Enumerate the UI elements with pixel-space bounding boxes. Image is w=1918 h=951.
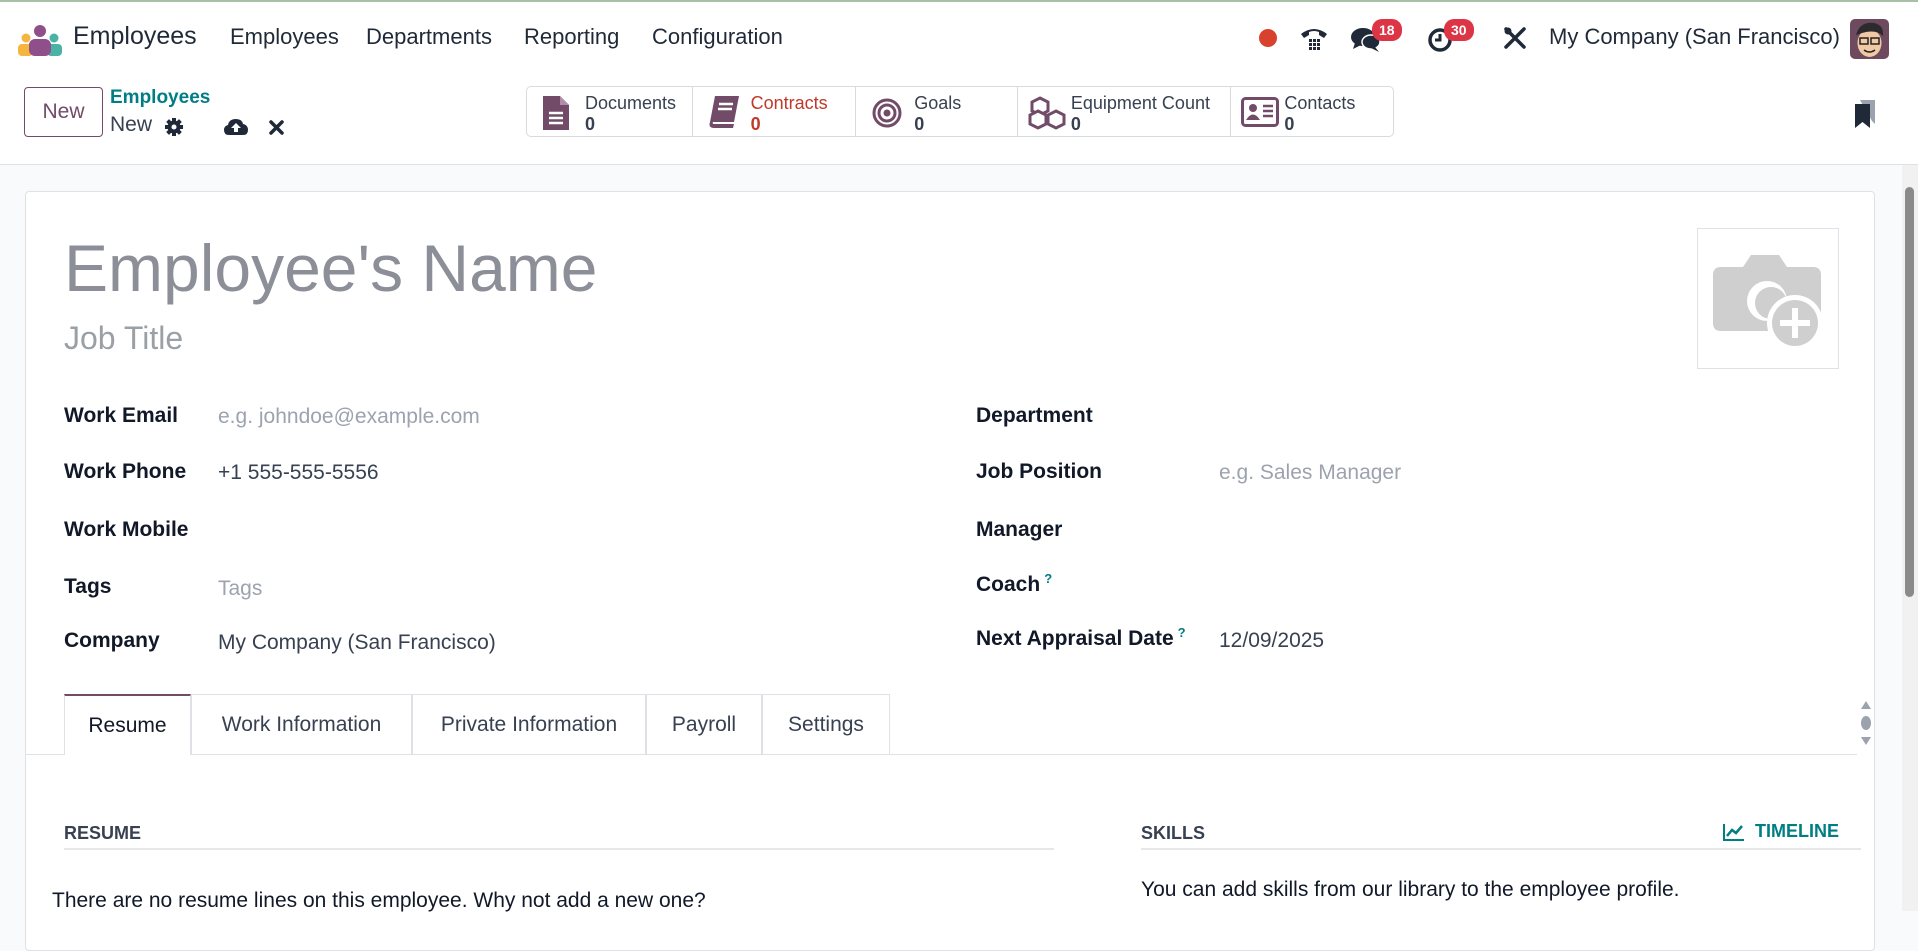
- save-cloud-icon[interactable]: [224, 118, 248, 141]
- tabs-scroll-control[interactable]: [1859, 699, 1873, 747]
- skills-empty-text: You can add skills from our library to t…: [1141, 878, 1680, 901]
- job-position-label: Job Position: [976, 460, 1102, 483]
- contact-card-icon: [1241, 97, 1280, 127]
- breadcrumb-current: New: [110, 113, 153, 136]
- bookmark-icon[interactable]: [1855, 100, 1875, 133]
- app-title[interactable]: Employees: [73, 22, 197, 51]
- department-label: Department: [976, 404, 1093, 427]
- coach-label-text: Coach: [976, 573, 1041, 596]
- line-chart-icon: [1723, 823, 1744, 841]
- next-appraisal-date-input[interactable]: 12/09/2025: [1219, 629, 1324, 653]
- employee-name-input[interactable]: Employee's Name: [64, 230, 597, 306]
- contracts-label: Contracts: [750, 93, 828, 113]
- manager-input[interactable]: [1219, 518, 1839, 544]
- documents-count: 0: [585, 114, 596, 134]
- smart-buttons: Documents 0 Contracts 0 Goals 0 Equipmen…: [526, 86, 1394, 137]
- gear-icon[interactable]: [164, 117, 184, 142]
- cubes-icon: [1028, 96, 1066, 130]
- employees-app-icon[interactable]: [18, 24, 62, 58]
- next-appraisal-label-text: Next Appraisal Date: [976, 627, 1174, 650]
- notebook-tabs: Resume Work Information Private Informat…: [26, 694, 1857, 755]
- timeline-button[interactable]: TIMELINE: [1723, 821, 1839, 842]
- coach-input[interactable]: [1219, 573, 1839, 599]
- menu-configuration[interactable]: Configuration: [652, 24, 783, 50]
- employee-form-sheet: Employee's Name Job Title Work Email e.g…: [25, 191, 1875, 951]
- manager-label: Manager: [976, 518, 1063, 541]
- work-email-input[interactable]: e.g. johndoe@example.com: [218, 405, 480, 429]
- resume-empty-text: There are no resume lines on this employ…: [52, 889, 706, 912]
- top-navbar: Employees Employees Departments Reportin…: [0, 0, 1918, 78]
- goals-smart-button[interactable]: Goals 0: [856, 87, 1018, 136]
- tab-settings[interactable]: Settings: [762, 694, 890, 754]
- tags-input[interactable]: Tags: [218, 577, 262, 601]
- contracts-count: 0: [750, 114, 761, 134]
- resume-divider: [64, 848, 1054, 850]
- messages-badge: 18: [1372, 19, 1402, 41]
- activities-badge: 30: [1444, 19, 1474, 41]
- control-panel: New Employees New Documents 0 Contracts …: [0, 78, 1918, 165]
- camera-plus-icon: [1713, 255, 1823, 351]
- work-mobile-input[interactable]: [218, 518, 918, 544]
- resume-section-title: RESUME: [64, 823, 142, 843]
- tab-resume[interactable]: Resume: [64, 694, 191, 755]
- skills-divider: [1141, 848, 1861, 850]
- skills-section-title: SKILLS: [1141, 823, 1206, 843]
- photo-upload[interactable]: [1697, 228, 1839, 369]
- menu-reporting[interactable]: Reporting: [524, 24, 619, 50]
- phone-icon[interactable]: [1299, 24, 1329, 57]
- contacts-smart-button[interactable]: Contacts 0: [1231, 87, 1393, 136]
- book-icon: [709, 96, 739, 128]
- document-icon: [543, 96, 569, 130]
- scrollbar-thumb[interactable]: [1905, 187, 1914, 597]
- contacts-count: 0: [1284, 114, 1295, 134]
- timeline-label: TIMELINE: [1755, 821, 1839, 841]
- documents-smart-button[interactable]: Documents 0: [527, 87, 693, 136]
- coach-help-icon[interactable]: ?: [1044, 571, 1052, 586]
- goals-count: 0: [914, 114, 925, 134]
- work-mobile-label: Work Mobile: [64, 518, 189, 541]
- goals-label: Goals: [914, 93, 962, 113]
- discard-x-icon[interactable]: [269, 120, 284, 140]
- work-phone-input[interactable]: +1 555-555-5556: [218, 461, 379, 485]
- user-avatar[interactable]: [1850, 19, 1889, 59]
- target-icon: [872, 98, 902, 128]
- equipment-smart-button[interactable]: Equipment Count 0: [1018, 87, 1232, 136]
- tab-payroll[interactable]: Payroll: [646, 694, 762, 754]
- menu-employees[interactable]: Employees: [230, 24, 339, 50]
- new-button[interactable]: New: [24, 87, 103, 137]
- company-input[interactable]: My Company (San Francisco): [218, 631, 496, 655]
- documents-label: Documents: [585, 93, 677, 113]
- tab-work-information[interactable]: Work Information: [191, 694, 412, 754]
- tags-label: Tags: [64, 575, 112, 598]
- breadcrumb-employees[interactable]: Employees: [110, 87, 210, 109]
- tools-icon[interactable]: [1503, 26, 1527, 55]
- page-scrollbar[interactable]: [1902, 165, 1918, 911]
- contacts-label: Contacts: [1284, 93, 1356, 113]
- tab-private-information[interactable]: Private Information: [412, 694, 646, 754]
- job-title-input[interactable]: Job Title: [64, 320, 183, 357]
- next-appraisal-help-icon[interactable]: ?: [1178, 625, 1186, 640]
- company-label: Company: [64, 629, 160, 652]
- coach-label: Coach?: [976, 571, 1052, 597]
- company-switcher[interactable]: My Company (San Francisco): [1549, 24, 1840, 50]
- equipment-count: 0: [1070, 114, 1081, 134]
- contracts-smart-button[interactable]: Contracts 0: [693, 87, 857, 136]
- work-phone-label: Work Phone: [64, 460, 187, 483]
- equipment-label: Equipment Count: [1070, 93, 1210, 113]
- department-input[interactable]: [1219, 404, 1839, 430]
- work-email-label: Work Email: [64, 404, 178, 427]
- job-position-input[interactable]: e.g. Sales Manager: [1219, 461, 1401, 485]
- menu-departments[interactable]: Departments: [366, 24, 492, 50]
- recording-dot-icon[interactable]: [1259, 29, 1277, 47]
- next-appraisal-label: Next Appraisal Date?: [976, 625, 1186, 651]
